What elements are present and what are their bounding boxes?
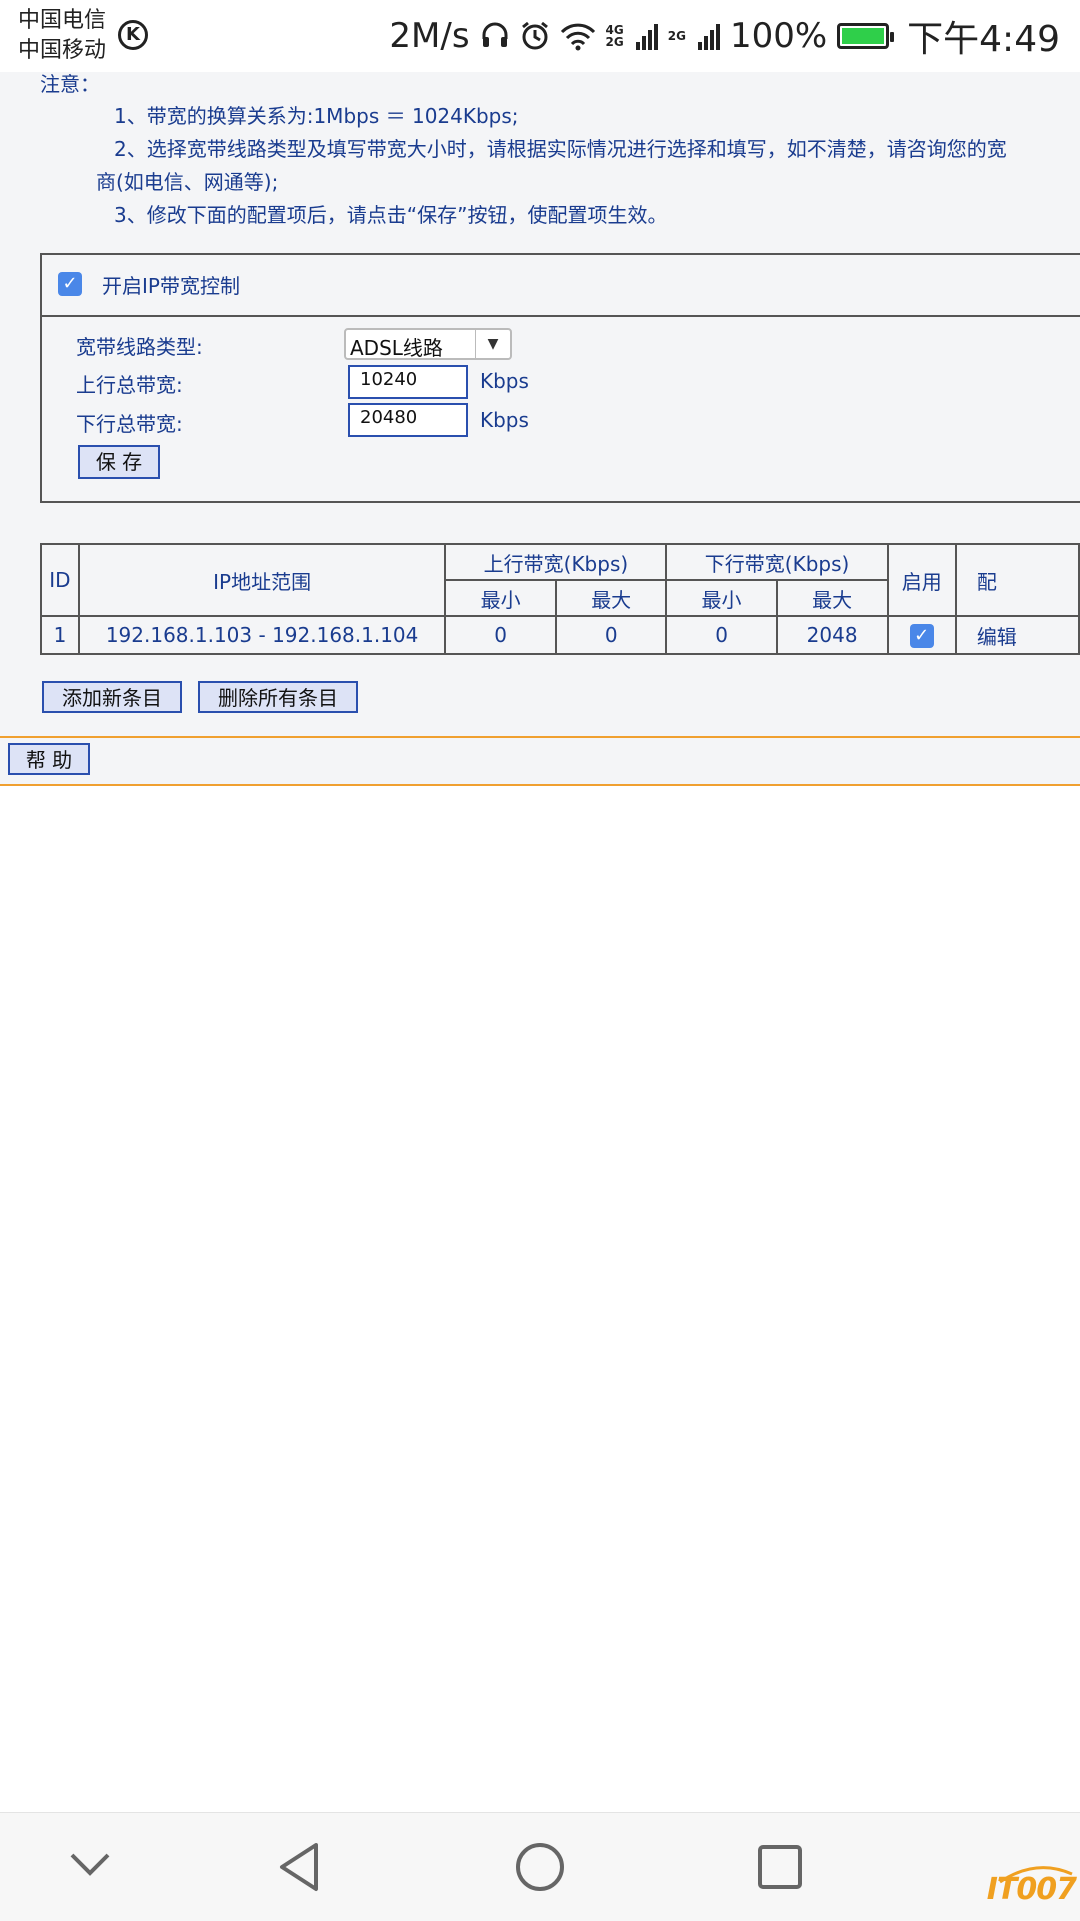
- enable-ip-control-label: 开启IP带宽控制: [102, 274, 240, 298]
- help-divider-bottom: [0, 784, 1080, 786]
- col-header-enabled: 启用: [886, 543, 957, 617]
- wifi-icon: [560, 23, 595, 51]
- upload-total-input[interactable]: 10240: [348, 365, 468, 399]
- watermark-logo: IT007: [986, 1872, 1077, 1907]
- col-header-download: 下行带宽(Kbps): [665, 543, 889, 581]
- col-header-upload-max: 最大: [554, 579, 668, 617]
- back-icon[interactable]: [276, 1841, 322, 1893]
- alarm-clock-icon: [521, 21, 548, 50]
- headphones-icon: [482, 22, 508, 47]
- line-type-label: 宽带线路类型:: [76, 335, 203, 359]
- router-page: 注意： 1、带宽的换算关系为:1Mbps ＝ 1024Kbps; 2、选择宽带线…: [0, 72, 1080, 786]
- col-header-ip-range: IP地址范围: [77, 543, 447, 617]
- download-total-input[interactable]: 20480: [348, 403, 468, 437]
- home-icon[interactable]: [514, 1841, 566, 1893]
- col-header-upload-min: 最小: [444, 579, 557, 617]
- save-button[interactable]: 保 存: [78, 445, 160, 479]
- row-ip-range: 192.168.1.103 - 192.168.1.104: [77, 615, 447, 655]
- line-type-value: ADSL线路: [350, 336, 443, 360]
- row-upload-max: 0: [554, 615, 668, 655]
- row-edit-link[interactable]: 编辑: [954, 615, 1080, 655]
- status-bar: 中国电信 中国移动 K 2M/s 4G 2G 2G 100% 下午4:49: [0, 0, 1080, 72]
- help-divider-top: [0, 736, 1080, 738]
- download-total-label: 下行总带宽:: [76, 412, 183, 436]
- col-header-download-max: 最大: [775, 579, 889, 617]
- recent-apps-icon[interactable]: [756, 1843, 804, 1891]
- add-entry-button[interactable]: 添加新条目: [42, 681, 182, 713]
- battery-percent: 100%: [729, 16, 828, 56]
- notes-title: 注意：: [40, 72, 100, 96]
- row-enabled-cell: ✓: [886, 615, 957, 655]
- carrier-2: 中国移动: [18, 38, 107, 63]
- col-header-id: ID: [40, 543, 80, 617]
- row-upload-min: 0: [444, 615, 557, 655]
- signal-bars-icon-2: [697, 22, 720, 50]
- bandwidth-control-panel: ✓ 开启IP带宽控制 宽带线路类型: ADSL线路 ▼ 上行总带宽: 10240…: [40, 253, 1080, 503]
- network-speed: 2M/s: [389, 16, 470, 56]
- collapse-chevron-icon[interactable]: [68, 1849, 112, 1879]
- row-id: 1: [40, 615, 80, 655]
- row-download-min: 0: [665, 615, 778, 655]
- note-line-2-cont: 商(如电信、网通等);: [96, 170, 279, 194]
- line-type-select[interactable]: ADSL线路 ▼: [344, 328, 512, 360]
- delete-all-entries-button[interactable]: 删除所有条目: [198, 681, 358, 713]
- col-header-upload: 上行带宽(Kbps): [444, 543, 668, 581]
- note-line-1: 1、带宽的换算关系为:1Mbps ＝ 1024Kbps;: [114, 104, 519, 128]
- note-line-3: 3、修改下面的配置项后，请点击“保存”按钮，使配置项生效。: [114, 203, 668, 227]
- row-download-max: 2048: [775, 615, 889, 655]
- carrier-1: 中国电信: [18, 8, 107, 33]
- note-line-2: 2、选择宽带线路类型及填写带宽大小时，请根据实际情况进行选择和填写，如不清楚，请…: [114, 137, 1007, 161]
- bandwidth-rules-table: ID IP地址范围 上行带宽(Kbps) 下行带宽(Kbps) 启用 配 最小 …: [40, 543, 1080, 655]
- navigation-bar: [0, 1812, 1080, 1921]
- row-enabled-checkbox[interactable]: ✓: [909, 624, 934, 648]
- upload-total-label: 上行总带宽:: [76, 373, 183, 397]
- table-row: 1 192.168.1.103 - 192.168.1.104 0 0 0 20…: [40, 615, 1080, 655]
- col-header-download-min: 最小: [665, 579, 778, 617]
- chevron-down-icon: ▼: [475, 330, 510, 358]
- signal-bars-icon-1: [635, 22, 658, 50]
- download-unit-label: Kbps: [480, 408, 529, 432]
- enable-ip-control-checkbox[interactable]: ✓: [58, 272, 82, 296]
- clock: 下午4:49: [907, 19, 1060, 60]
- help-button[interactable]: 帮 助: [8, 743, 90, 775]
- carrier-names: 中国电信 中国移动: [18, 6, 106, 66]
- network-type-label-2: 2G: [667, 29, 686, 43]
- k-badge-icon: K: [118, 20, 148, 50]
- network-type-label-1: 4G 2G: [605, 23, 624, 49]
- panel-header: ✓ 开启IP带宽控制: [42, 255, 1080, 317]
- battery-icon: [837, 23, 895, 49]
- status-icons: 2M/s 4G 2G 2G 100% 下午4:49: [389, 14, 1060, 60]
- upload-unit-label: Kbps: [480, 369, 529, 393]
- col-header-config: 配: [954, 543, 1080, 617]
